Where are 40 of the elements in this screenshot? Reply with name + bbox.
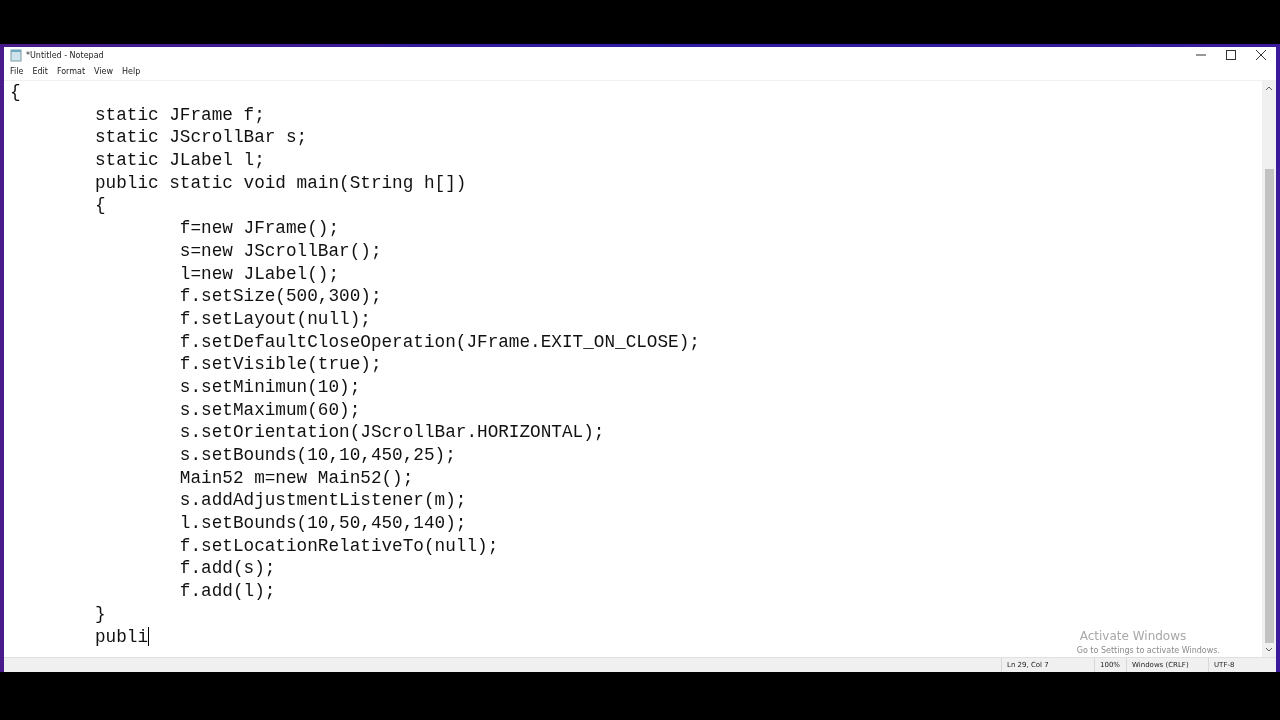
code-line: s=new JScrollBar();: [178, 239, 382, 263]
maximize-icon: [1226, 50, 1236, 60]
code-line: l=new JLabel();: [178, 262, 340, 286]
code-line: f.add(s);: [178, 557, 276, 581]
code-line: s.setMaximum(60);: [178, 398, 361, 422]
text-cursor: [148, 627, 149, 647]
notepad-icon: [10, 48, 22, 62]
code-line: {: [10, 81, 21, 104]
menu-item[interactable]: Format: [56, 67, 86, 76]
window-title: *Untitled - Notepad: [26, 50, 104, 60]
code-line: public static void main(String h[]): [93, 171, 467, 195]
activation-message: Go to Settings to activate Windows.: [1076, 646, 1220, 655]
code-line: static JLabel l;: [93, 149, 265, 172]
code-line: s.setBounds(10,10,450,25);: [178, 444, 456, 467]
menu-item[interactable]: View: [94, 67, 114, 76]
code-line: {: [93, 194, 106, 218]
code-line: s.addAdjustmentListener(m);: [178, 489, 467, 513]
code-line: f.add(l);: [178, 580, 276, 603]
code-line: f.setVisible(true);: [178, 353, 382, 376]
code-line: f.setDefaultCloseOperation(JFrame.EXIT_ON_CLOSE);: [178, 330, 700, 354]
menu-item[interactable]: File: [10, 67, 24, 76]
vertical-scrollbar[interactable]: [1262, 81, 1276, 657]
menu-item[interactable]: Help: [122, 67, 141, 76]
code-line: s.setMinimun(10);: [178, 375, 361, 399]
code-line: f=new JFrame();: [178, 217, 340, 240]
close-icon: [1256, 50, 1266, 60]
code-line: f.setLayout(null);: [178, 307, 371, 331]
code-line: publi: [93, 625, 148, 649]
code-line: static JScrollBar s;: [93, 126, 308, 150]
code-line: static JFrame f;: [93, 103, 265, 127]
code-line: }: [93, 602, 106, 626]
code-line: Main52 m=new Main52();: [178, 466, 414, 490]
code-line: f.setLocationRelativeTo(null);: [178, 534, 499, 558]
menu-item[interactable]: Edit: [32, 67, 48, 76]
code-line: f.setSize(500,300);: [178, 285, 382, 308]
scroll-down-icon[interactable]: [1265, 647, 1273, 653]
code-line: s.setOrientation(JScrollBar.HORIZONTAL);: [178, 421, 605, 444]
code-line: l.setBounds(10,50,450,140);: [178, 512, 467, 535]
activation-title: Activate Windows: [1079, 629, 1188, 643]
scroll-up-icon[interactable]: [1265, 85, 1273, 91]
